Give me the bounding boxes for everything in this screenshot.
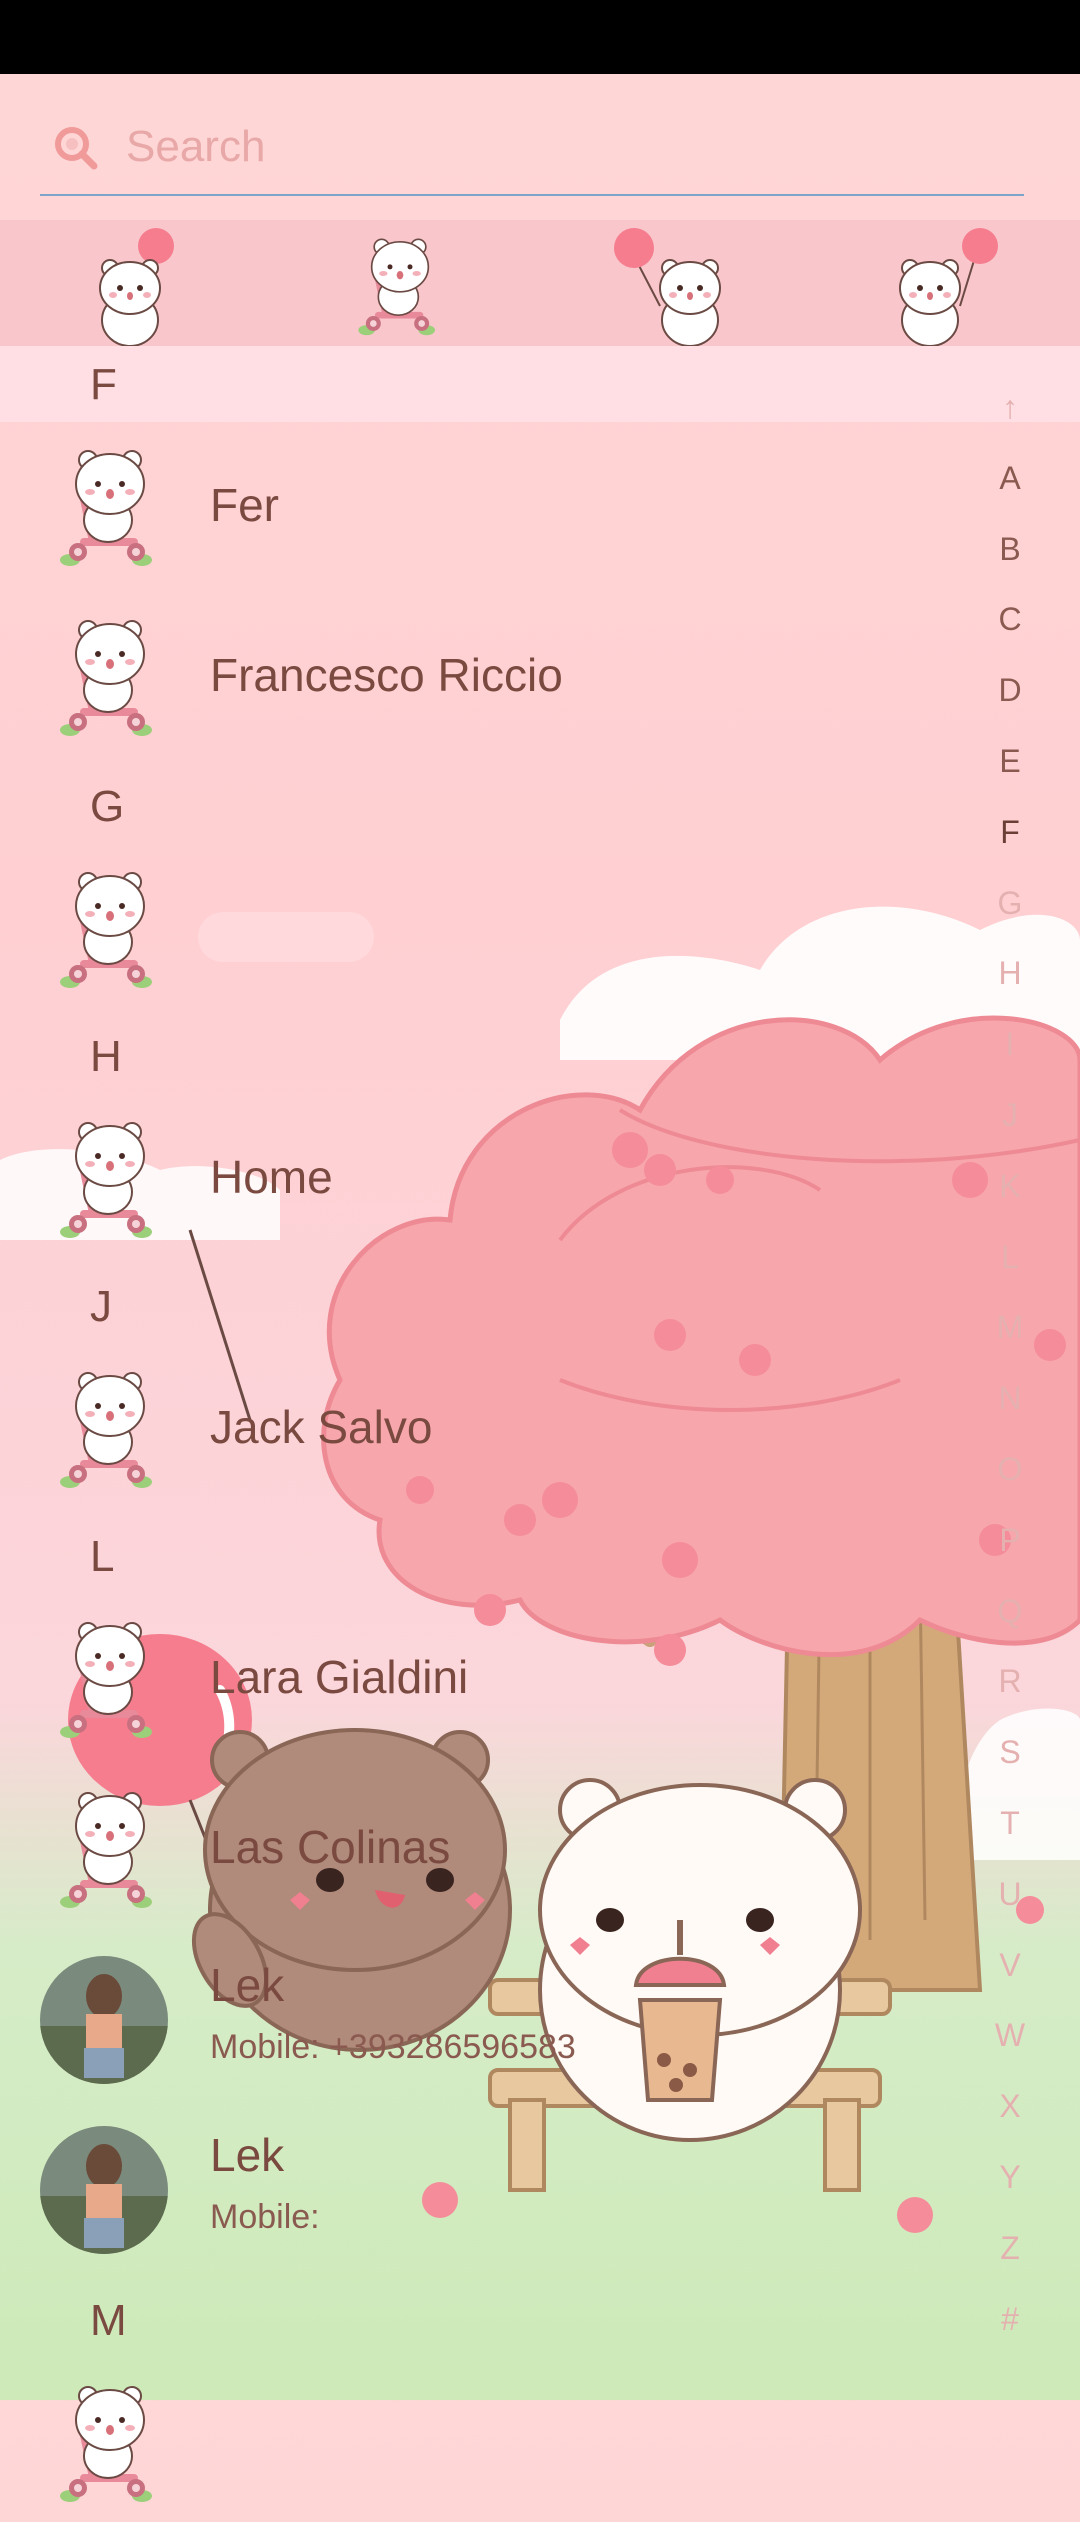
index-letter[interactable]: D (980, 655, 1040, 726)
index-letter[interactable]: # (980, 2284, 1040, 2355)
index-letter[interactable]: I (980, 1009, 1040, 1080)
section-header: F (0, 346, 1080, 422)
section-header: G (0, 768, 1000, 844)
contact-name: Lara Gialdini (210, 1651, 469, 1703)
bear-scooter-avatar-icon (59, 2386, 153, 2503)
index-letter[interactable]: L (980, 1222, 1040, 1293)
bear-scooter-avatar-icon (59, 620, 153, 737)
index-letter[interactable]: W (980, 2000, 1040, 2071)
index-letter[interactable]: E (980, 726, 1040, 797)
section-header: M (0, 2282, 1000, 2358)
contact-row[interactable]: Lek Mobile: (0, 2108, 1000, 2268)
contact-name: Fer (210, 479, 279, 531)
index-letter[interactable]: G (980, 868, 1040, 939)
index-letter[interactable]: Z (980, 2213, 1040, 2284)
contact-photo (40, 1956, 168, 2084)
bear-scooter-avatar-icon (59, 1622, 153, 1739)
index-letter[interactable]: S (980, 1717, 1040, 1788)
bear-scooter-avatar-icon (59, 872, 153, 989)
contact-phone: Mobile: +393286596583 (210, 2028, 576, 2066)
contact-name: Lek (210, 1959, 285, 2011)
section-letter: J (90, 1282, 112, 1331)
section-letter: F (90, 360, 117, 409)
section-letter: L (90, 1532, 115, 1581)
search-icon (55, 127, 98, 170)
section-header: H (0, 1018, 1000, 1094)
index-letter[interactable]: O (980, 1434, 1040, 1505)
section-letter: G (90, 782, 125, 831)
contact-name: Jack Salvo (210, 1401, 433, 1453)
contact-row[interactable]: Lara Gialdini (0, 1598, 1000, 1758)
contact-row[interactable]: Las Colinas (0, 1768, 1000, 1928)
contact-phone: Mobile: (210, 2198, 320, 2236)
contact-row[interactable]: Jack Salvo (0, 1348, 1000, 1508)
index-letter[interactable]: J (980, 1080, 1040, 1151)
bear-scooter-avatar-icon (59, 1372, 153, 1489)
index-letter[interactable]: V (980, 1930, 1040, 2001)
index-letter[interactable]: M (980, 1292, 1040, 1363)
index-letter[interactable]: R (980, 1646, 1040, 1717)
contact-name: Lek (210, 2129, 285, 2181)
index-letter[interactable]: N (980, 1363, 1040, 1434)
contact-name: Francesco Riccio (210, 649, 563, 701)
section-letter: M (90, 2296, 127, 2345)
bear-scooter-avatar-icon (59, 1792, 153, 1909)
bear-balloon-icon (614, 228, 721, 346)
index-letter[interactable]: X (980, 2071, 1040, 2142)
contact-row[interactable]: Home (0, 1098, 1000, 1258)
bear-balloon-icon (99, 228, 174, 346)
index-letter[interactable]: C (980, 584, 1040, 655)
bear-scooter-avatar-icon (59, 1122, 153, 1239)
index-letter[interactable]: Q (980, 1576, 1040, 1647)
bear-scooter-avatar-icon (59, 450, 153, 567)
index-letter[interactable]: ↑ (980, 372, 1040, 443)
search-input[interactable]: Search (126, 122, 265, 172)
contact-row[interactable] (0, 2362, 1000, 2522)
status-bar (0, 0, 1080, 74)
index-letter[interactable]: Y (980, 2142, 1040, 2213)
index-letter[interactable]: P (980, 1505, 1040, 1576)
sticker-banner (0, 220, 1080, 346)
bear-scooter-icon (357, 238, 436, 336)
index-letter[interactable]: B (980, 514, 1040, 585)
index-letter[interactable]: T (980, 1788, 1040, 1859)
contact-row[interactable]: Lek Mobile: +393286596583 (0, 1938, 1000, 2098)
index-letter[interactable]: F (980, 797, 1040, 868)
index-letter[interactable]: U (980, 1859, 1040, 1930)
section-header: L (0, 1518, 1000, 1594)
contact-name: Las Colinas (210, 1821, 451, 1873)
section-header: J (0, 1268, 1000, 1344)
contact-row[interactable]: Francesco Riccio (0, 596, 1000, 756)
contact-row[interactable]: Fer (0, 426, 1000, 586)
contact-name: Home (210, 1151, 333, 1203)
contact-name (198, 912, 374, 962)
search-bar[interactable]: Search (40, 104, 1024, 196)
index-letter[interactable]: A (980, 443, 1040, 514)
index-letter[interactable]: K (980, 1151, 1040, 1222)
bear-balloon-icon (899, 228, 998, 346)
contact-photo (40, 2126, 168, 2254)
contact-row[interactable] (0, 848, 1000, 1008)
section-letter: H (90, 1032, 122, 1081)
index-letter[interactable]: H (980, 938, 1040, 1009)
alphabet-index[interactable]: ↑ A B C D E F G H I J K L M N O P Q R S T U V W X Y Z # (980, 372, 1040, 2354)
